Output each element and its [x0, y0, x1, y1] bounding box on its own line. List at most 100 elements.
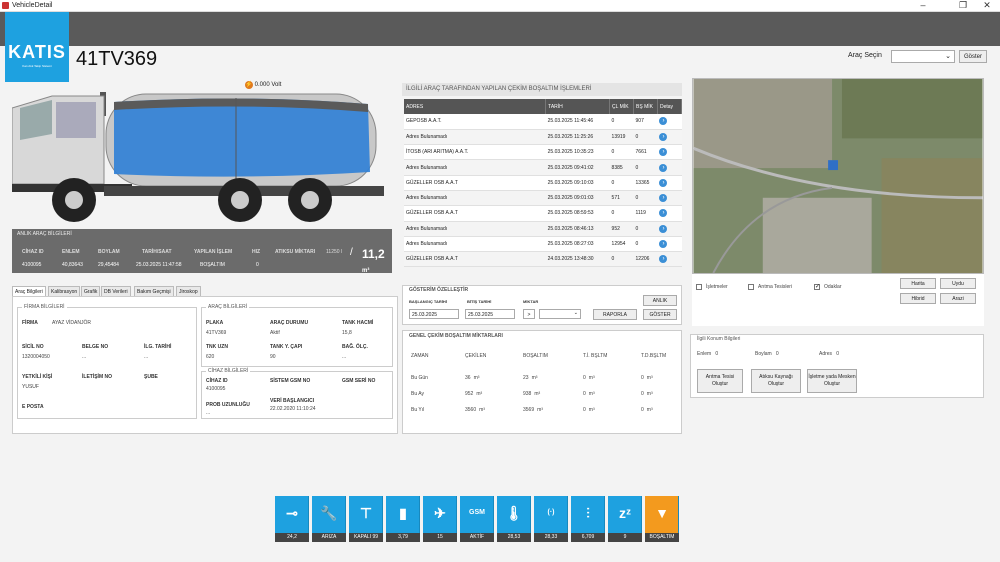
- detail-arrow-icon[interactable]: ›: [659, 209, 668, 218]
- baslangic-date-input[interactable]: 25.03.2025: [409, 309, 459, 319]
- table-cell: 907: [633, 114, 658, 130]
- genel-cell: 0 m³: [583, 375, 595, 381]
- valve-icon: ⊤: [359, 505, 373, 521]
- goster-button[interactable]: GÖSTER: [643, 309, 677, 320]
- anlik-value: 0: [256, 262, 259, 268]
- anlik-header: HIZ: [252, 249, 261, 255]
- katis-logo: KATIS Katı Atık Takip Sistemi: [5, 12, 69, 82]
- table-row[interactable]: Adres Bulunamadı 25.03.2025 09:01:03 571 0 ›: [404, 190, 682, 207]
- arazi-button[interactable]: Arazi: [940, 293, 976, 304]
- battery-icon: ▮: [399, 505, 407, 521]
- tab-kalibrasyon[interactable]: Kalibrasyon: [48, 286, 81, 296]
- table-row[interactable]: GÜZELLER OSB A.A.T 25.03.2025 08:59:53 0 11…: [404, 205, 682, 222]
- minimize-icon[interactable]: –: [912, 0, 934, 12]
- miktar-operator[interactable]: >: [523, 309, 535, 319]
- app-icon: [2, 2, 9, 9]
- table-cell: Adres Bulunamadı: [404, 159, 546, 176]
- table-cell: 0: [609, 144, 634, 161]
- anlik-title: ANLIK ARAÇ BİLGİLERİ: [17, 231, 72, 237]
- table-row[interactable]: Adres Bulunamadı 25.03.2025 08:27:03 12954…: [404, 236, 682, 253]
- genel-cell: 952 m³: [465, 391, 483, 397]
- table-cell: 24.03.2025 13:48:30: [545, 251, 610, 268]
- bitis-date-input[interactable]: 25.03.2025: [465, 309, 515, 319]
- cab-side-window: [56, 102, 96, 138]
- detail-arrow-icon[interactable]: ›: [659, 148, 668, 157]
- goster-button-top[interactable]: Göster: [959, 50, 987, 63]
- miktar-select[interactable]: ⌄: [539, 309, 581, 319]
- table-cell: 0: [633, 236, 658, 253]
- detail-arrow-icon[interactable]: ›: [659, 194, 668, 203]
- harita-button[interactable]: Harita: [900, 278, 936, 289]
- col-bs-mik: BŞ MİK: [633, 99, 658, 114]
- status-value: 9: [608, 533, 642, 542]
- detail-arrow-icon[interactable]: ›: [659, 240, 668, 249]
- anlik-button[interactable]: ANLIK: [643, 295, 677, 306]
- tab-grafik[interactable]: Grafik: [81, 286, 101, 296]
- table-row[interactable]: Adres Bulunamadı 25.03.2025 08:46:13 952 0 ›: [404, 221, 682, 237]
- tab-db-verileri[interactable]: DB Verileri: [101, 286, 131, 296]
- isletme-olustur-button[interactable]: İşletme yada Mesken Oluştur: [807, 369, 857, 393]
- status-value: 3,79: [386, 533, 420, 542]
- maximize-icon[interactable]: ❐: [952, 0, 974, 12]
- status-tile[interactable]: 🌡 28,53: [497, 496, 531, 542]
- odaklar-checkbox[interactable]: ✓: [814, 284, 820, 290]
- detail-arrow-icon[interactable]: ›: [659, 224, 668, 233]
- detail-arrow-icon[interactable]: ›: [659, 132, 668, 141]
- genel-cell: Bu Ay: [411, 391, 424, 397]
- hibrid-button[interactable]: Hibrid: [900, 293, 936, 304]
- status-tile[interactable]: GSM AKTİF: [460, 496, 494, 542]
- gosterim-ozellestir: GÖSTERİM ÖZELLEŞTİR BAŞLANGIÇ TARİHİ 25.…: [402, 285, 682, 325]
- arrow-down-icon: ▼: [655, 505, 669, 521]
- status-tile[interactable]: ▼ BOŞALTIM: [645, 496, 679, 542]
- cihaz-group: CİHAZ BİLGİLERİ CİHAZ ID 4100095 SİSTEM …: [201, 368, 393, 419]
- tab-jiroskop[interactable]: Jiroskop: [176, 286, 201, 296]
- aritma-tesisi-olustur-button[interactable]: Arıtma Tesisi Oluştur: [697, 369, 743, 393]
- satellite-map[interactable]: [692, 78, 984, 274]
- table-row[interactable]: GEPOSB A.A.T. 25.03.2025 11:45:46 0 907 ›: [404, 114, 682, 130]
- table-cell: 0: [633, 221, 658, 237]
- status-tile[interactable]: ▮ 3,79: [386, 496, 420, 542]
- status-tile[interactable]: ⊤ KAPALI 99: [349, 496, 383, 542]
- table-cell: 0: [609, 114, 634, 130]
- sliders-icon: ⫶: [586, 505, 590, 521]
- status-tile[interactable]: zᶻ 9: [608, 496, 642, 542]
- table-row[interactable]: Adres Bulunamadı 25.03.2025 11:25:26 13919…: [404, 129, 682, 146]
- table-cell: 25.03.2025 11:25:26: [545, 129, 610, 146]
- map-controls: İşletmeler Arıtma Tesisleri ✓ Odaklar Ha…: [692, 274, 984, 326]
- detail-arrow-icon[interactable]: ›: [659, 163, 668, 172]
- table-row[interactable]: Adres Bulunamadı 25.03.2025 09:41:02 8385 0…: [404, 159, 682, 176]
- status-tile[interactable]: ⫶ 6,709: [571, 496, 605, 542]
- detail-arrow-icon[interactable]: ›: [659, 255, 668, 264]
- table-cell: 8385: [609, 159, 634, 176]
- status-value: 28,33: [534, 533, 568, 542]
- tab-arac-bilgileri[interactable]: Araç Bilgileri: [12, 286, 46, 296]
- table-cell: GÜZELLER OSB A.A.T: [404, 205, 546, 222]
- table-row[interactable]: GÜZELLER OSB A.A.T 25.03.2025 09:10:03 0 13…: [404, 175, 682, 191]
- detail-arrow-icon[interactable]: ›: [659, 117, 668, 126]
- status-tile[interactable]: 🔧 ARIZA: [312, 496, 346, 542]
- close-icon[interactable]: ✕: [976, 0, 998, 12]
- table-cell: İTOSB (ARI ARITMA) A.A.T.: [404, 144, 546, 161]
- isletmeler-checkbox[interactable]: [696, 284, 702, 290]
- raporla-button[interactable]: RAPORLA: [593, 309, 637, 320]
- uydu-button[interactable]: Uydu: [940, 278, 976, 289]
- tab-bakim-gecmisi[interactable]: Bakım Geçmişi: [134, 286, 174, 296]
- table-row[interactable]: GÜZELLER OSB A.A.T 24.03.2025 13:48:30 0 12…: [404, 251, 682, 268]
- status-tile[interactable]: ⊸ 24,2: [275, 496, 309, 542]
- table-cell: 25.03.2025 08:59:53: [545, 205, 610, 222]
- genel-cell: 0 m³: [641, 407, 653, 413]
- table-cell: 571: [609, 190, 634, 207]
- status-tile[interactable]: ✈ 15: [423, 496, 457, 542]
- table-cell: 25.03.2025 08:27:03: [545, 236, 610, 253]
- aritma-checkbox[interactable]: [748, 284, 754, 290]
- detail-arrow-icon[interactable]: ›: [659, 178, 668, 187]
- current-volume: 11,2 m³: [362, 247, 385, 274]
- table-cell: 0: [633, 190, 658, 207]
- table-cell: GÜZELLER OSB A.A.T: [404, 175, 546, 191]
- status-tile[interactable]: (·) 28,33: [534, 496, 568, 542]
- table-cell: 0: [633, 129, 658, 146]
- table-row[interactable]: İTOSB (ARI ARITMA) A.A.T. 25.03.2025 10:3…: [404, 144, 682, 161]
- vehicle-select[interactable]: ⌄: [891, 50, 955, 63]
- table-cell: Adres Bulunamadı: [404, 221, 546, 237]
- atiksu-kaynagi-olustur-button[interactable]: Atıksu Kaynağı Oluştur: [751, 369, 801, 393]
